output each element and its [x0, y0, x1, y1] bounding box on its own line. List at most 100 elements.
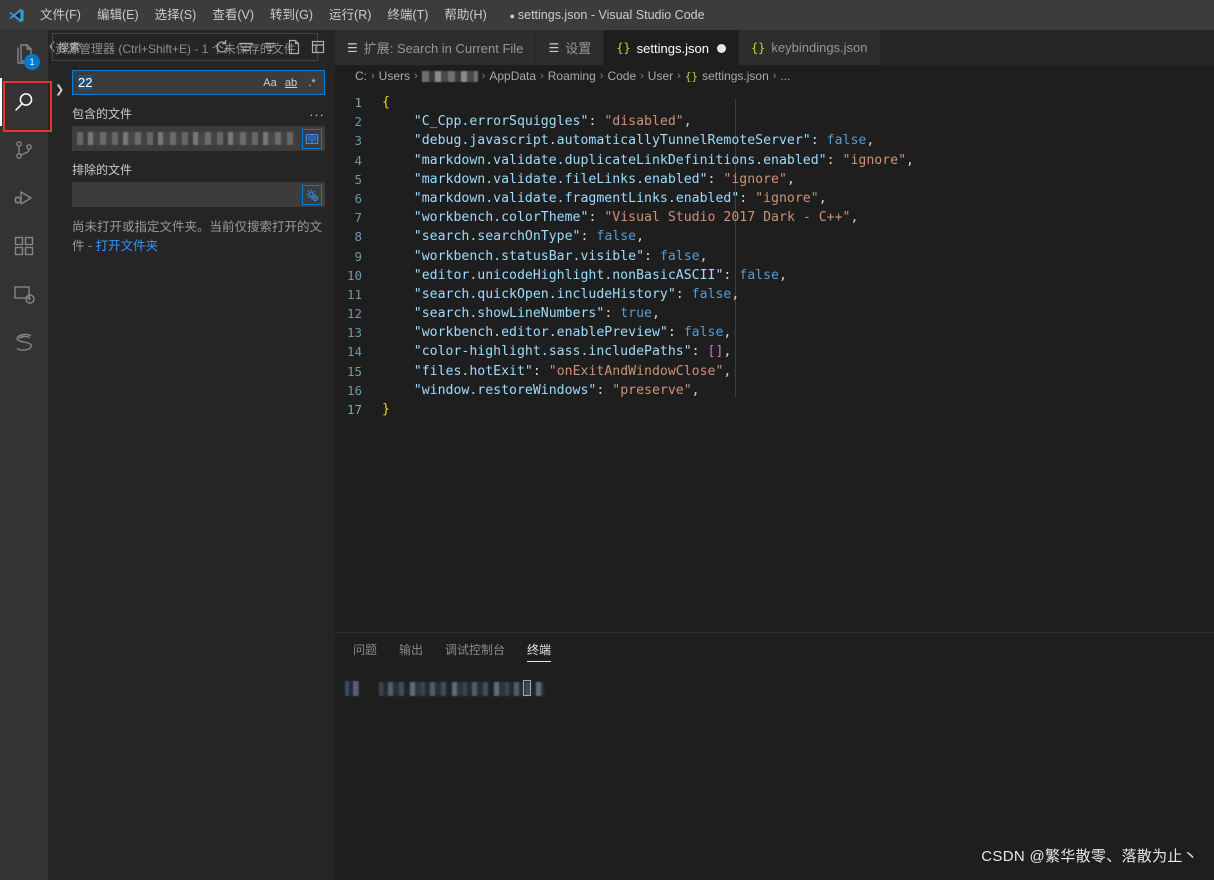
- files-to-include-label-text: 包含的文件: [72, 107, 133, 121]
- clear-search-results-icon[interactable]: [235, 36, 257, 58]
- line-number: 4: [354, 152, 362, 168]
- menu-selection[interactable]: 选择(S): [147, 0, 205, 30]
- activitybar-item-source-control[interactable]: [0, 126, 48, 174]
- code-line-text: "search.showLineNumbers": true,: [382, 304, 660, 323]
- code-editor[interactable]: 1{2 "C_Cpp.errorSquiggles": "disabled", 3…: [335, 87, 1214, 667]
- panel-tab-bar: 问题 输出 调试控制台 终端: [335, 633, 1214, 668]
- activitybar-item-extensions[interactable]: [0, 222, 48, 270]
- collapse-all-icon[interactable]: [259, 36, 281, 58]
- menu-run[interactable]: 运行(R): [321, 0, 379, 30]
- code-token: "markdown.validate.duplicateLinkDefiniti…: [382, 152, 827, 168]
- search-input-container[interactable]: 22 Aa ab .*: [72, 70, 325, 95]
- breadcrumb-item-symbol-overflow[interactable]: ...: [780, 69, 790, 83]
- code-line-text: "color-highlight.sass.includePaths": [],: [382, 342, 732, 361]
- menu-help[interactable]: 帮助(H): [436, 0, 494, 30]
- remote-explorer-icon: [14, 286, 35, 304]
- breadcrumb-item-username-redacted[interactable]: [421, 70, 478, 82]
- no-folder-hint: 尚未打开或指定文件夹。当前仅搜索打开的文件 - 打开文件夹: [72, 218, 325, 256]
- code-token: "markdown.validate.fragmentLinks.enabled…: [382, 190, 740, 206]
- sidebar-search-view: ❮ 资源管理器 (Ctrl+Shift+E) - 1 个未保存的文件 搜索 ❯ …: [48, 30, 335, 880]
- code-line: 13 "workbench.editor.enablePreview": fal…: [335, 323, 1214, 342]
- files-to-include-input[interactable]: [72, 126, 325, 151]
- refresh-icon[interactable]: [211, 36, 233, 58]
- code-token: :: [739, 190, 756, 206]
- breadcrumb-item-user[interactable]: User: [648, 69, 673, 83]
- activitybar-item-run-and-debug[interactable]: [0, 174, 48, 222]
- settings-gear-exclude-icon[interactable]: [302, 184, 322, 205]
- line-number: 15: [346, 363, 362, 379]
- files-to-exclude-input[interactable]: [72, 182, 325, 207]
- sidebar-header: ❮ 资源管理器 (Ctrl+Shift+E) - 1 个未保存的文件 搜索: [48, 30, 335, 65]
- sass-icon: [16, 333, 32, 351]
- toggle-search-details-icon[interactable]: ❯: [55, 83, 64, 96]
- menu-go[interactable]: 转到(G): [262, 0, 321, 30]
- code-line-text: "editor.unicodeHighlight.nonBasicASCII":…: [382, 266, 787, 285]
- code-token: false: [691, 286, 732, 302]
- title-bar: 文件(F) 编辑(E) 选择(S) 查看(V) 转到(G) 运行(R) 终端(T…: [0, 0, 1214, 30]
- search-icon: [15, 93, 33, 111]
- line-number: 8: [354, 229, 362, 245]
- run-and-debug-icon: [14, 191, 32, 205]
- breadcrumb-item-settings-json[interactable]: settings.json: [702, 69, 769, 83]
- code-token: "editor.unicodeHighlight.nonBasicASCII": [382, 267, 724, 283]
- code-token: ,: [723, 363, 732, 379]
- search-input[interactable]: 22: [78, 75, 260, 90]
- match-whole-word-option[interactable]: ab: [281, 73, 301, 93]
- code-token: "search.searchOnType": [382, 229, 581, 245]
- menu-view[interactable]: 查看(V): [204, 0, 262, 30]
- breadcrumb-item-code[interactable]: Code: [607, 69, 636, 83]
- code-line-text: }: [382, 400, 390, 419]
- activitybar-item-search[interactable]: [0, 78, 48, 126]
- code-line: 4 "markdown.validate.duplicateLinkDefini…: [335, 151, 1214, 170]
- menu-terminal[interactable]: 终端(T): [379, 0, 436, 30]
- activity-bar: 1: [0, 30, 48, 880]
- panel-tab-problems[interactable]: 问题: [353, 633, 377, 668]
- search-more-actions-button[interactable]: ...: [310, 104, 325, 119]
- view-as-tree-icon[interactable]: [307, 36, 329, 58]
- search-option-buttons: Aa ab .*: [260, 73, 322, 93]
- panel-tab-output[interactable]: 输出: [399, 633, 423, 668]
- menu-file[interactable]: 文件(F): [32, 0, 89, 30]
- panel-tab-debug-console[interactable]: 调试控制台: [445, 633, 505, 668]
- settings-lines-icon: ☰: [548, 40, 560, 55]
- open-folder-link[interactable]: 打开文件夹: [96, 239, 159, 253]
- breadcrumb-item-users[interactable]: Users: [379, 69, 410, 83]
- menu-edit[interactable]: 编辑(E): [89, 0, 147, 30]
- open-new-search-editor-icon[interactable]: [283, 36, 305, 58]
- vscode-logo-icon: [0, 0, 32, 30]
- code-token: :: [707, 171, 724, 187]
- line-number: 16: [346, 382, 362, 398]
- breadcrumb: C: › Users › › AppData › Roaming › Code …: [335, 65, 1214, 87]
- breadcrumb-item-roaming[interactable]: Roaming: [548, 69, 596, 83]
- code-line: 8 "search.searchOnType": false,: [335, 227, 1214, 246]
- open-editors-icon[interactable]: [302, 128, 322, 149]
- code-line: 11 "search.quickOpen.includeHistory": fa…: [335, 285, 1214, 304]
- match-case-option[interactable]: Aa: [260, 73, 280, 93]
- code-token: "markdown.validate.fileLinks.enabled": [382, 171, 708, 187]
- terminal-prompt-icon-redacted: [345, 681, 359, 696]
- use-regex-option[interactable]: .*: [302, 73, 322, 93]
- files-to-exclude-label: 排除的文件: [72, 163, 133, 177]
- code-token: ,: [866, 133, 875, 149]
- code-line: 16 "window.restoreWindows": "preserve",: [335, 381, 1214, 400]
- breadcrumb-separator-icon: ›: [414, 70, 418, 82]
- source-control-icon: [16, 141, 32, 159]
- code-token: "preserve": [612, 382, 692, 398]
- activitybar-item-explorer[interactable]: 1: [0, 30, 48, 78]
- vscode-window: 文件(F) 编辑(E) 选择(S) 查看(V) 转到(G) 运行(R) 终端(T…: [0, 0, 1214, 880]
- tab-dirty-indicator-icon[interactable]: [716, 43, 726, 53]
- activitybar-item-remote-explorer[interactable]: [0, 270, 48, 318]
- code-token: "files.hotExit": [382, 363, 533, 379]
- breadcrumb-item-drive[interactable]: C:: [355, 69, 367, 83]
- tab-extension-search-in-current-file[interactable]: ☰ 扩展: Search in Current File: [335, 30, 537, 65]
- breadcrumb-item-appdata[interactable]: AppData: [489, 69, 536, 83]
- code-line: 14 "color-highlight.sass.includePaths": …: [335, 342, 1214, 361]
- code-line-text: "workbench.statusBar.visible": false,: [382, 247, 708, 266]
- terminal-body[interactable]: [335, 668, 1214, 848]
- tab-settings[interactable]: ☰ 设置: [536, 30, 605, 65]
- tab-keybindings-json[interactable]: {} keybindings.json: [738, 30, 881, 65]
- tab-settings-json[interactable]: {} settings.json: [604, 30, 739, 65]
- menu-bar: 文件(F) 编辑(E) 选择(S) 查看(V) 转到(G) 运行(R) 终端(T…: [32, 0, 495, 30]
- activitybar-item-sass[interactable]: [0, 318, 48, 366]
- panel-tab-terminal[interactable]: 终端: [527, 633, 552, 668]
